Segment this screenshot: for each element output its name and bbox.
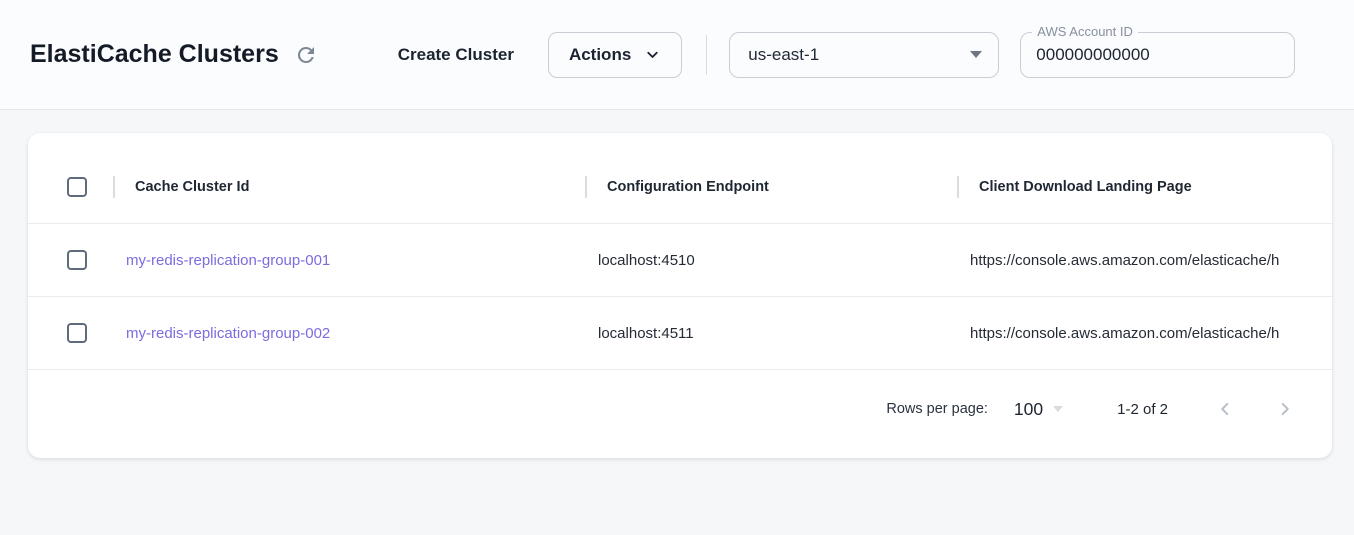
rows-per-page-label: Rows per page:	[886, 401, 988, 417]
select-all-cell	[28, 177, 113, 197]
actions-button-label: Actions	[569, 45, 631, 65]
chevron-down-icon	[644, 46, 661, 63]
cluster-link[interactable]: my-redis-replication-group-002	[126, 325, 330, 342]
top-toolbar: ElastiCache Clusters Create Cluster Acti…	[0, 0, 1354, 110]
table-row: my-redis-replication-group-002 localhost…	[28, 297, 1332, 370]
column-separator	[585, 176, 587, 198]
rows-per-page-select[interactable]: 100	[1014, 399, 1063, 420]
prev-page-button[interactable]	[1214, 398, 1236, 420]
next-page-button[interactable]	[1274, 398, 1296, 420]
chevron-left-icon	[1214, 398, 1236, 420]
configuration-endpoint-cell: localhost:4510	[585, 252, 957, 269]
create-cluster-button[interactable]: Create Cluster	[398, 45, 514, 65]
region-select[interactable]: us-east-1	[729, 32, 999, 78]
cluster-link[interactable]: my-redis-replication-group-001	[126, 252, 330, 269]
table-row: my-redis-replication-group-001 localhost…	[28, 224, 1332, 297]
configuration-endpoint-cell: localhost:4511	[585, 325, 957, 342]
aws-account-id-field: AWS Account ID	[1020, 32, 1295, 78]
rows-per-page-value: 100	[1014, 399, 1043, 420]
region-select-value: us-east-1	[748, 45, 819, 65]
row-checkbox[interactable]	[67, 323, 87, 343]
landing-page-cell: https://console.aws.amazon.com/elasticac…	[957, 252, 1332, 269]
chevron-right-icon	[1274, 398, 1296, 420]
aws-account-id-label: AWS Account ID	[1032, 24, 1138, 39]
cache-cluster-id-cell: my-redis-replication-group-002	[113, 325, 585, 342]
select-caret-icon	[1053, 406, 1063, 412]
table-footer: Rows per page: 100 1-2 of 2	[28, 370, 1332, 458]
clusters-table-card: Cache Cluster Id Configuration Endpoint …	[28, 133, 1332, 458]
row-checkbox-cell	[28, 250, 113, 270]
column-separator	[957, 176, 959, 198]
column-header-label: Configuration Endpoint	[607, 179, 769, 195]
column-separator	[113, 176, 115, 198]
select-all-checkbox[interactable]	[67, 177, 87, 197]
column-header-client-download-landing-page[interactable]: Client Download Landing Page	[957, 151, 1332, 223]
column-header-configuration-endpoint[interactable]: Configuration Endpoint	[585, 151, 957, 223]
landing-page-cell: https://console.aws.amazon.com/elasticac…	[957, 325, 1332, 342]
column-header-label: Client Download Landing Page	[979, 179, 1192, 195]
table-header-row: Cache Cluster Id Configuration Endpoint …	[28, 151, 1332, 224]
toolbar-divider	[706, 35, 707, 75]
dropdown-arrow-icon	[970, 51, 982, 58]
row-checkbox-cell	[28, 323, 113, 343]
actions-button[interactable]: Actions	[548, 32, 682, 78]
column-header-label: Cache Cluster Id	[135, 179, 249, 195]
row-checkbox[interactable]	[67, 250, 87, 270]
cache-cluster-id-cell: my-redis-replication-group-001	[113, 252, 585, 269]
refresh-icon	[294, 43, 318, 67]
page-title: ElastiCache Clusters	[30, 40, 279, 69]
refresh-button[interactable]	[292, 41, 320, 69]
column-header-cache-cluster-id[interactable]: Cache Cluster Id	[113, 151, 585, 223]
aws-account-id-input[interactable]	[1036, 33, 1279, 77]
pagination-range-label: 1-2 of 2	[1117, 401, 1168, 418]
